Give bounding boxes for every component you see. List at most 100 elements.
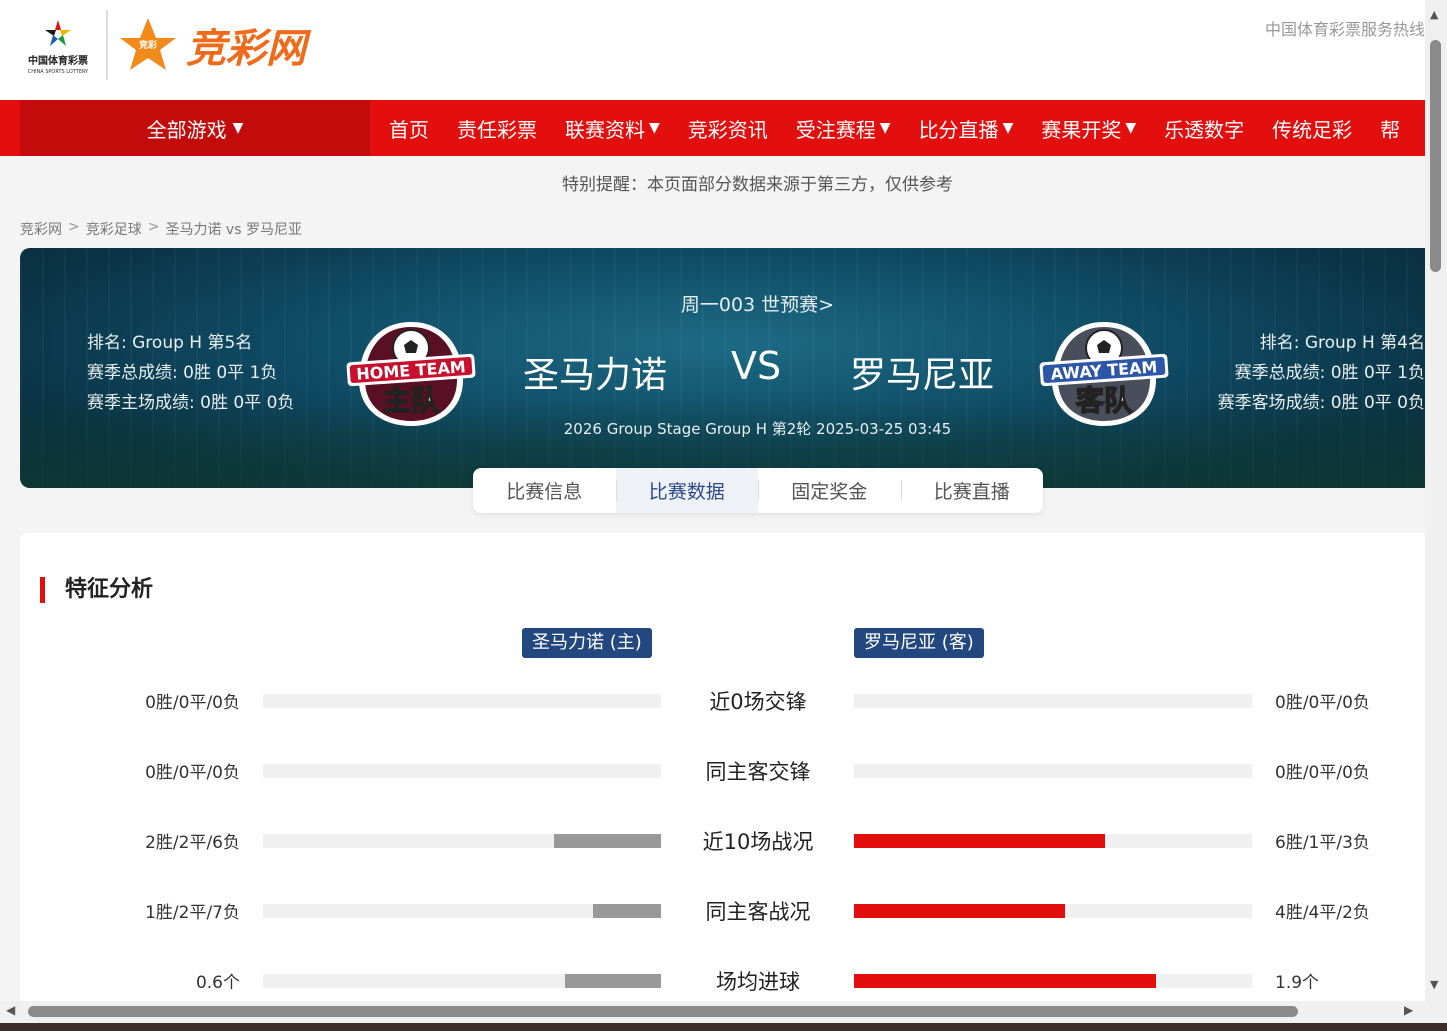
logo-divider	[106, 10, 108, 80]
vertical-scrollbar[interactable]: ▲ ▼	[1425, 0, 1447, 1031]
nav-item-results[interactable]: 赛果开奖 ▼	[1027, 114, 1150, 143]
home-team-name[interactable]: 圣马力诺	[523, 346, 667, 398]
breadcrumb-current: 圣马力诺 vs 罗马尼亚	[165, 222, 302, 238]
nav-item-news[interactable]: 竞彩资讯	[674, 114, 782, 143]
home-team-stats: 排名: Group H 第5名 赛季总成绩: 0胜 0平 1负 赛季主场成绩: …	[87, 328, 294, 418]
home-bar-track	[263, 904, 661, 918]
caret-down-icon: ▼	[1002, 120, 1014, 136]
svg-text:竞彩: 竞彩	[138, 39, 157, 51]
nav-item-traditional[interactable]: 传统足彩	[1258, 114, 1366, 143]
tab-match-info[interactable]: 比赛信息	[473, 468, 616, 513]
away-bar-fill	[854, 974, 1156, 988]
home-value: 0.6个	[195, 973, 240, 993]
breadcrumb-separator: >	[68, 219, 80, 235]
row-label: 同主客战况	[705, 900, 811, 924]
scroll-right-icon[interactable]: ▶	[1404, 1003, 1413, 1017]
nav-item-label: 受注赛程	[795, 117, 876, 142]
all-games-menu[interactable]: 全部游戏 ▼	[20, 100, 370, 156]
jingcai-logo[interactable]: 竞彩 竞彩网	[118, 14, 358, 78]
nav-item-label: 帮	[1380, 117, 1401, 142]
match-banner: 周一003 世预赛> 排名: Group H 第5名 赛季总成绩: 0胜 0平 …	[20, 248, 1425, 488]
nav-item-label: 赛果开奖	[1041, 117, 1122, 142]
away-bar-fill	[854, 904, 1065, 918]
home-bar-track	[263, 974, 661, 988]
away-bar-track	[854, 834, 1252, 848]
taskbar-strip	[0, 1023, 1447, 1031]
nav-item-label: 联赛资料	[565, 117, 645, 142]
horizontal-scrollbar[interactable]: ◀ ▶	[0, 1001, 1425, 1023]
caret-down-icon: ▼	[649, 120, 660, 136]
away-value: 0胜/0平/0负	[1275, 763, 1370, 783]
away-bar-track	[854, 974, 1252, 988]
home-team-tag: 圣马力诺 (主)	[522, 628, 652, 658]
home-team-badge-icon: HOME TEAM 主队	[346, 322, 476, 426]
tab-label: 固定奖金	[791, 481, 868, 503]
svg-text:CHINA SPORTS LOTTERY: CHINA SPORTS LOTTERY	[28, 69, 89, 75]
away-value: 1.9个	[1275, 973, 1320, 993]
match-round-link[interactable]: 周一003 世预赛>	[20, 290, 1425, 317]
service-hotline[interactable]: 中国体育彩票服务热线	[1265, 16, 1425, 40]
row-label: 近10场战况	[702, 830, 814, 854]
nav-item-live-score[interactable]: 比分直播 ▼	[905, 114, 1028, 143]
scroll-up-icon[interactable]: ▲	[1430, 8, 1438, 21]
scroll-down-icon[interactable]: ▼	[1430, 978, 1438, 991]
breadcrumb-link-football[interactable]: 竞彩足球	[86, 219, 142, 239]
china-sports-lottery-logo[interactable]: 中国体育彩票 CHINA SPORTS LOTTERY	[20, 14, 96, 76]
tab-match-data[interactable]: 比赛数据	[615, 468, 758, 513]
breadcrumb-separator: >	[147, 219, 160, 235]
svg-text:中国体育彩票: 中国体育彩票	[28, 54, 88, 67]
svg-text:主队: 主队	[383, 384, 440, 417]
row-label: 同主客交锋	[705, 760, 811, 784]
away-team-name[interactable]: 罗马尼亚	[850, 346, 994, 398]
away-team-badge-icon: AWAY TEAM 客队	[1039, 322, 1169, 426]
away-bar-fill	[854, 834, 1105, 848]
nav-item-responsible[interactable]: 责任彩票	[443, 114, 551, 143]
home-value: 2胜/2平/6负	[145, 833, 240, 853]
scroll-left-icon[interactable]: ◀	[6, 1003, 15, 1017]
analysis-row: 2胜/2平/6负 近10场战况 6胜/1平/3负	[20, 826, 1425, 856]
away-team-stats: 排名: Group H 第4名 赛季总成绩: 0胜 0平 1负 赛季客场成绩: …	[1218, 328, 1425, 418]
row-label: 近0场交锋	[709, 690, 807, 714]
horizontal-scroll-thumb[interactable]	[28, 1006, 1298, 1017]
tab-label: 比赛数据	[648, 481, 725, 503]
away-season-record: 赛季总成绩: 0胜 0平 1负	[1234, 363, 1425, 383]
away-rank: 排名: Group H 第4名	[1259, 333, 1425, 353]
tab-live[interactable]: 比赛直播	[900, 468, 1044, 513]
tab-fixed-odds[interactable]: 固定奖金	[758, 468, 901, 513]
tab-label: 比赛信息	[506, 481, 583, 503]
breadcrumb: 竞彩网 > 竞彩足球 > 圣马力诺 vs 罗马尼亚	[20, 219, 302, 239]
section-title: 特征分析	[40, 577, 153, 603]
caret-down-icon: ▼	[1125, 120, 1137, 136]
row-label: 场均进球	[716, 970, 800, 994]
caret-down-icon: ▼	[879, 120, 891, 136]
match-tabs: 比赛信息 比赛数据 固定奖金 比赛直播	[473, 468, 1043, 513]
home-bar-fill	[554, 834, 661, 848]
nav-item-lotto[interactable]: 乐透数字	[1150, 114, 1258, 143]
away-bar-track	[854, 694, 1252, 708]
nav-item-label: 竞彩资讯	[687, 117, 768, 142]
vs-label: VS	[731, 344, 782, 388]
analysis-row: 0胜/0平/0负 近0场交锋 0胜/0平/0负	[20, 686, 1425, 716]
away-bar-track	[854, 764, 1252, 778]
breadcrumb-link-home[interactable]: 竞彩网	[20, 219, 62, 239]
vertical-scroll-thumb[interactable]	[1430, 40, 1441, 272]
home-season-record: 赛季总成绩: 0胜 0平 1负	[87, 363, 278, 383]
nav-item-league-data[interactable]: 联赛资料 ▼	[551, 114, 674, 143]
notice-text: 特别提醒：本页面部分数据来源于第三方，仅供参考	[562, 175, 953, 195]
match-subtitle: 2026 Group Stage Group H 第2轮 2025-03-25 …	[563, 420, 952, 438]
home-rank: 排名: Group H 第5名	[87, 333, 253, 353]
analysis-row: 0胜/0平/0负 同主客交锋 0胜/0平/0负	[20, 756, 1425, 786]
nav-item-schedule[interactable]: 受注赛程 ▼	[782, 114, 905, 143]
analysis-row: 1胜/2平/7负 同主客战况 4胜/4平/2负	[20, 896, 1425, 926]
nav-item-label: 责任彩票	[457, 117, 537, 142]
nav-item-help[interactable]: 帮	[1366, 114, 1414, 143]
nav-item-label: 乐透数字	[1164, 117, 1245, 142]
away-away-record: 赛季客场成绩: 0胜 0平 0负	[1217, 393, 1425, 413]
away-bar-track	[854, 904, 1252, 918]
all-games-label: 全部游戏	[146, 117, 227, 142]
nav-item-home[interactable]: 首页	[375, 114, 443, 143]
home-value: 1胜/2平/7负	[145, 903, 240, 923]
home-value: 0胜/0平/0负	[145, 763, 240, 783]
home-bar-track	[263, 694, 661, 708]
away-value: 0胜/0平/0负	[1275, 693, 1370, 713]
